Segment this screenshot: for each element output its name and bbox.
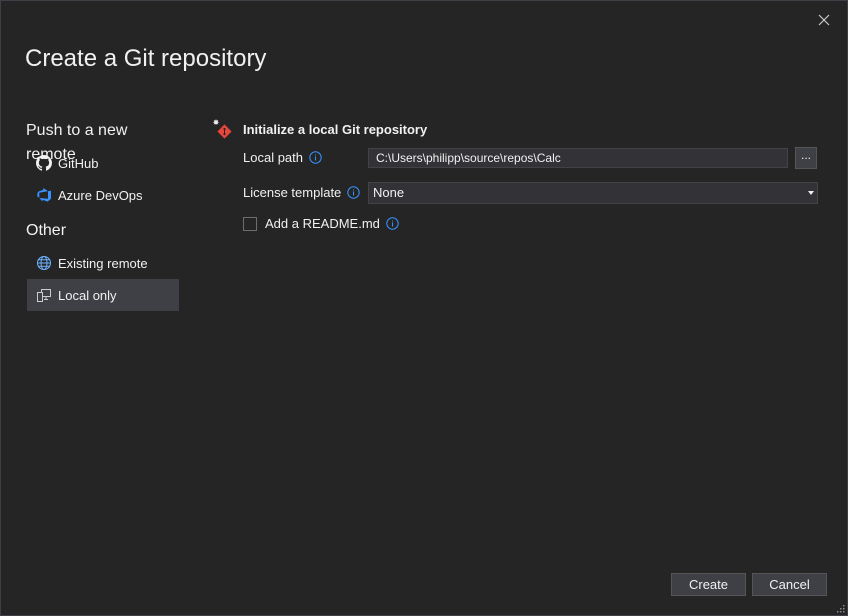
sidebar-item-existing-remote[interactable]: Existing remote bbox=[27, 247, 179, 279]
section-heading: Initialize a local Git repository bbox=[211, 119, 427, 139]
local-machine-icon bbox=[35, 286, 53, 304]
license-template-value: None bbox=[373, 185, 405, 200]
azure-devops-icon bbox=[35, 186, 53, 204]
readme-row: Add a README.md bbox=[243, 216, 399, 231]
sidebar-item-label: GitHub bbox=[58, 155, 99, 171]
dialog-title: Create a Git repository bbox=[25, 45, 267, 72]
sidebar-item-label: Azure DevOps bbox=[58, 187, 143, 203]
license-row: License template bbox=[243, 185, 360, 200]
section-heading-text: Initialize a local Git repository bbox=[243, 121, 428, 137]
sidebar-item-label: Local only bbox=[58, 287, 117, 303]
close-button[interactable] bbox=[813, 9, 835, 31]
readme-label[interactable]: Add a README.md bbox=[265, 216, 380, 231]
readme-checkbox[interactable] bbox=[243, 216, 257, 231]
browse-button[interactable]: ... bbox=[795, 147, 817, 169]
license-template-select[interactable]: None bbox=[368, 182, 818, 204]
close-icon bbox=[818, 14, 830, 26]
sidebar-item-azure-devops[interactable]: Azure DevOps bbox=[27, 179, 179, 211]
info-icon[interactable] bbox=[347, 186, 360, 199]
local-path-row: Local path bbox=[243, 150, 322, 165]
sidebar-item-local-only[interactable]: Local only bbox=[27, 279, 179, 311]
globe-icon bbox=[35, 254, 53, 272]
cancel-button[interactable]: Cancel bbox=[752, 573, 827, 596]
local-path-label: Local path bbox=[243, 150, 303, 165]
github-icon bbox=[35, 154, 53, 172]
sidebar: Push to a new remote GitHub Azure DevOps… bbox=[26, 119, 179, 311]
dropdown-arrow-icon bbox=[808, 191, 814, 195]
resize-grip-icon[interactable] bbox=[835, 603, 845, 613]
create-button[interactable]: Create bbox=[671, 573, 746, 596]
info-icon[interactable] bbox=[309, 151, 322, 164]
section-push-remote: Push to a new remote bbox=[26, 122, 128, 163]
section-other: Other bbox=[26, 222, 67, 239]
git-repository-icon bbox=[211, 118, 233, 140]
sidebar-item-label: Existing remote bbox=[58, 255, 148, 271]
create-git-repository-dialog: Create a Git repository Push to a new re… bbox=[0, 0, 848, 616]
info-icon[interactable] bbox=[386, 217, 399, 230]
local-repo-panel: Initialize a local Git repository Local … bbox=[211, 119, 818, 231]
local-path-input[interactable]: C:\Users\philipp\source\repos\Calc bbox=[368, 148, 788, 168]
license-template-label: License template bbox=[243, 185, 342, 200]
